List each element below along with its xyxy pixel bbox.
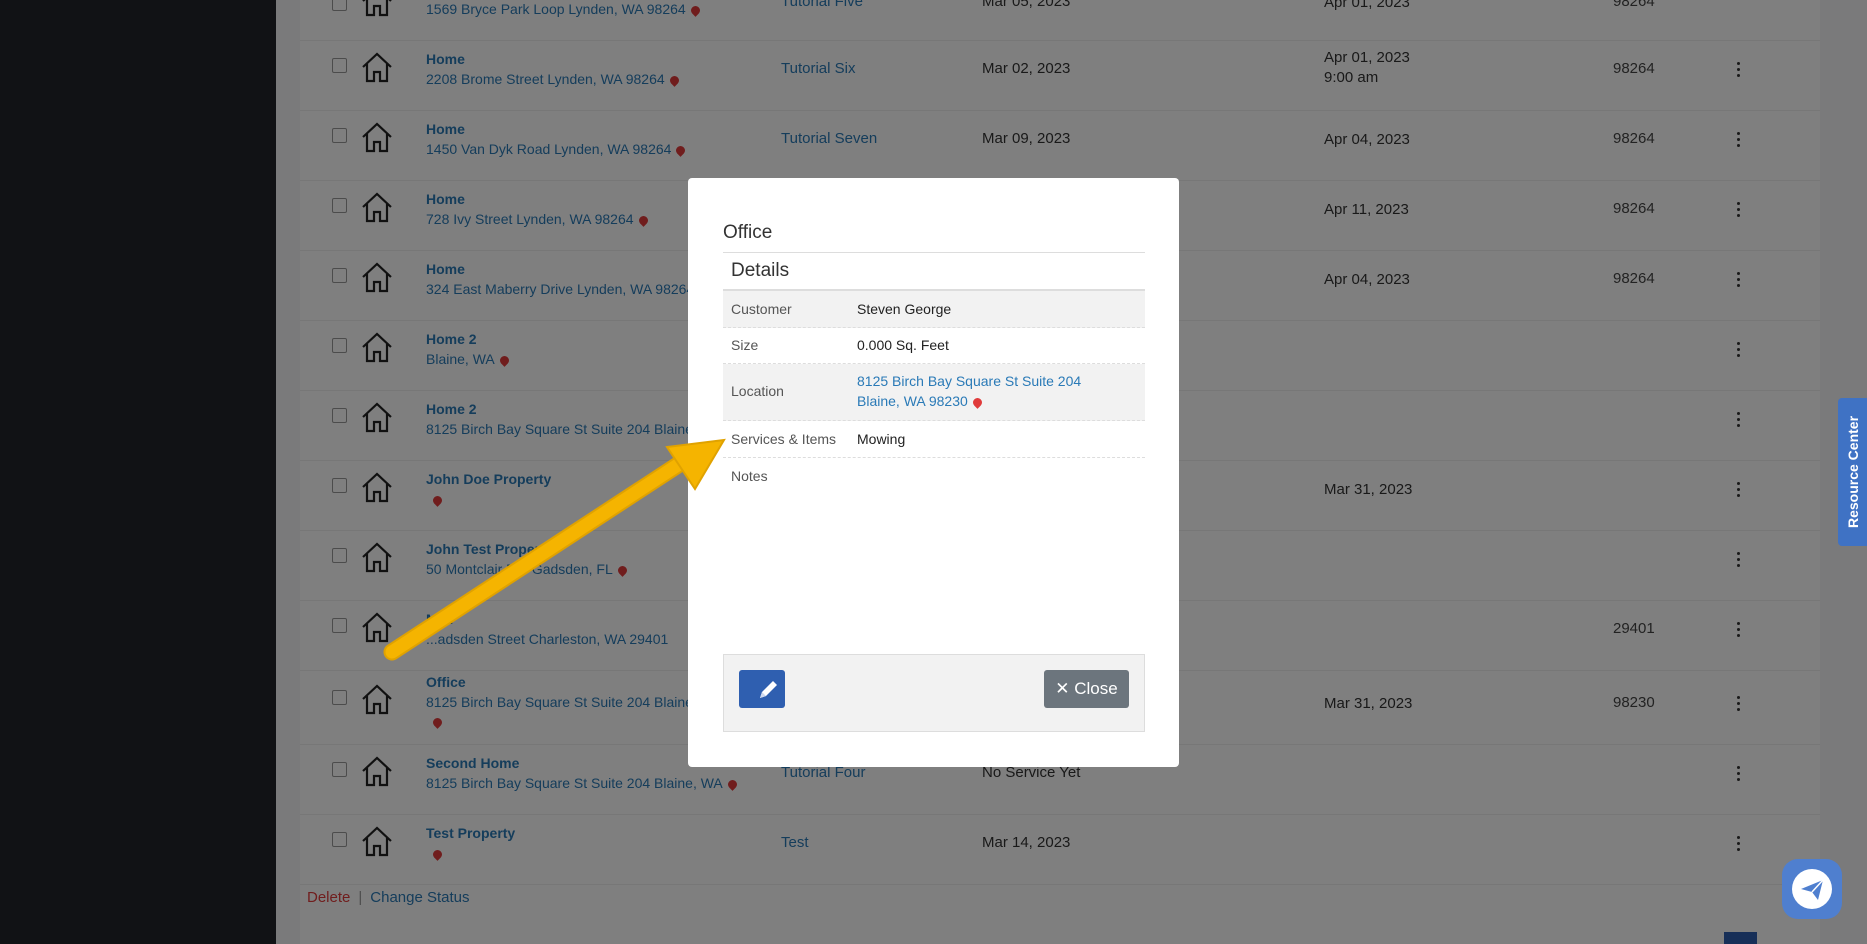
customer-value: Steven George	[857, 301, 952, 317]
notes-label: Notes	[731, 468, 768, 484]
size-value: 0.000 Sq. Feet	[857, 337, 949, 353]
close-button[interactable]: ✕ Close	[1044, 670, 1129, 708]
modal-title: Office	[723, 222, 773, 243]
size-label: Size	[731, 337, 759, 353]
services-value: Mowing	[857, 431, 906, 447]
resource-center-label: Resource Center	[1844, 415, 1861, 529]
chat-button[interactable]	[1782, 859, 1842, 919]
size-row: Size 0.000 Sq. Feet	[723, 328, 1145, 364]
customer-row: Customer Steven George	[723, 291, 1145, 328]
resource-center-tab[interactable]: Resource Center	[1838, 398, 1867, 546]
property-details-modal: Office Details Customer Steven George Si…	[688, 178, 1179, 767]
pencil-icon	[760, 681, 777, 698]
modal-footer: ✕ Close	[723, 654, 1145, 732]
services-label: Services & Items	[731, 431, 837, 447]
customer-label: Customer	[731, 301, 792, 317]
paper-plane-icon	[1792, 869, 1832, 909]
divider	[723, 252, 1145, 253]
location-row: Location 8125 Birch Bay Square St Suite …	[723, 364, 1145, 421]
map-pin-icon[interactable]	[970, 395, 984, 409]
location-link[interactable]: 8125 Birch Bay Square St Suite 204 Blain…	[857, 371, 1081, 411]
details-heading: Details	[731, 260, 790, 281]
location-label: Location	[731, 383, 784, 399]
services-row: Services & Items Mowing	[723, 421, 1145, 458]
edit-button[interactable]	[739, 670, 785, 708]
notes-row: Notes	[723, 458, 1145, 494]
